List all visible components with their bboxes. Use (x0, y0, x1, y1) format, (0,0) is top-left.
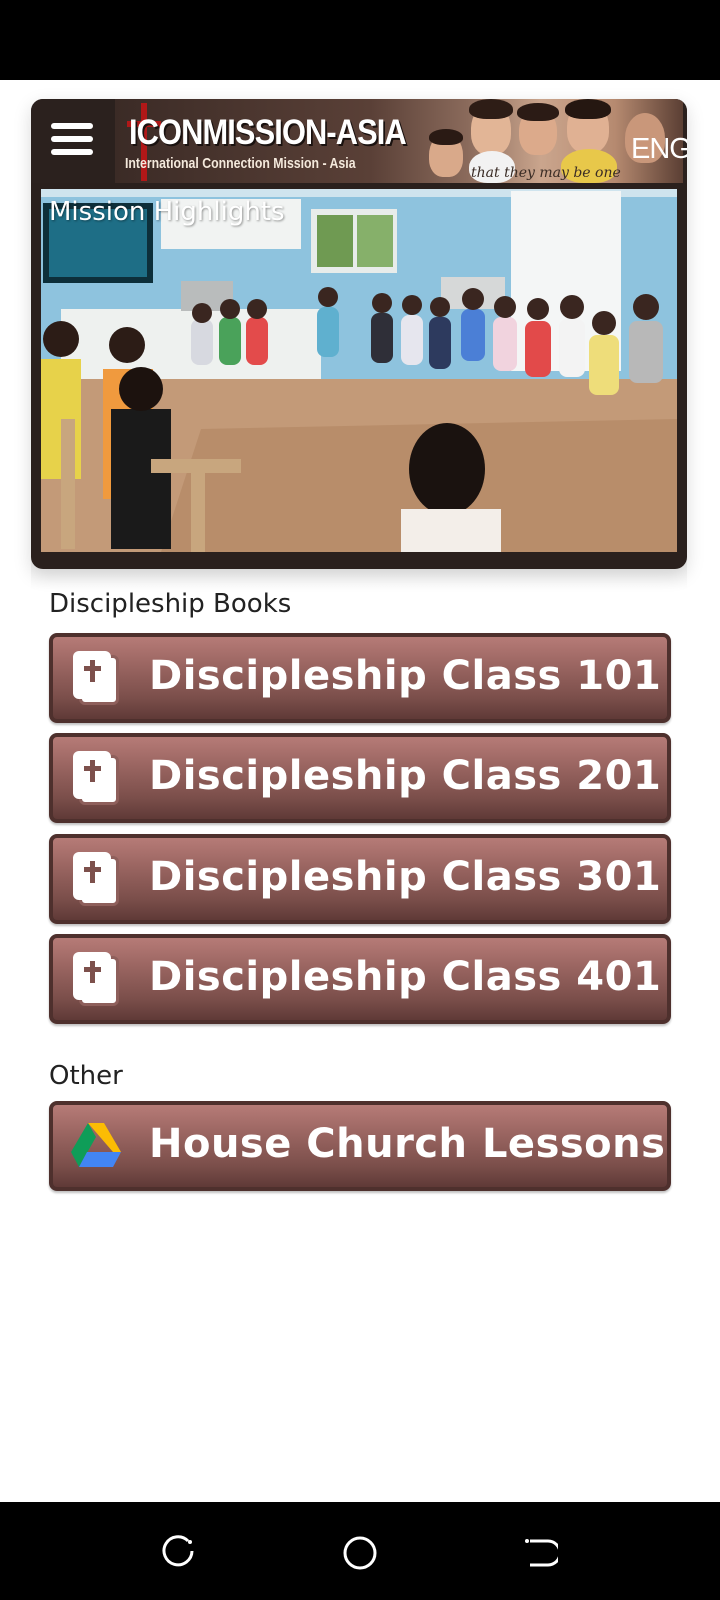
discipleship-class-201-button[interactable]: Discipleship Class 201 (49, 733, 671, 823)
recents-icon[interactable] (162, 1535, 198, 1571)
header-card: ICONMISSION-ASIA International Connectio… (31, 99, 687, 569)
classroom-photo-image (41, 189, 677, 552)
button-label: Discipleship Class 101 (149, 653, 662, 699)
app-header: ICONMISSION-ASIA International Connectio… (31, 99, 687, 183)
highlights-caption: Mission Highlights (49, 197, 285, 227)
button-label: Discipleship Class 301 (149, 854, 662, 900)
banner-title: ICONMISSION-ASIA (129, 113, 407, 152)
discipleship-class-401-button[interactable]: Discipleship Class 401 (49, 934, 671, 1024)
home-icon[interactable] (342, 1535, 378, 1571)
back-icon[interactable] (522, 1535, 558, 1571)
hamburger-icon[interactable] (51, 123, 95, 157)
discipleship-class-101-button[interactable]: Discipleship Class 101 (49, 633, 671, 723)
bible-icon (73, 952, 119, 1006)
button-label: House Church Lessons (149, 1121, 666, 1167)
house-church-lessons-button[interactable]: House Church Lessons (49, 1101, 671, 1191)
app-screen: ICONMISSION-ASIA International Connectio… (0, 80, 720, 1502)
discipleship-section-label: Discipleship Books (49, 589, 292, 619)
banner-tagline: that they may be one (471, 165, 621, 181)
bible-icon (73, 852, 119, 906)
other-section-label: Other (49, 1061, 123, 1091)
bible-icon (73, 751, 119, 805)
status-bar (0, 0, 720, 80)
button-label: Discipleship Class 401 (149, 954, 662, 1000)
language-selector[interactable]: ENG (631, 133, 687, 166)
mission-banner: ICONMISSION-ASIA International Connectio… (115, 99, 683, 183)
bible-icon (73, 651, 119, 705)
google-drive-icon (71, 1123, 121, 1167)
button-label: Discipleship Class 201 (149, 753, 662, 799)
banner-subtitle: International Connection Mission - Asia (125, 155, 356, 172)
discipleship-class-301-button[interactable]: Discipleship Class 301 (49, 834, 671, 924)
mission-highlights-photo[interactable]: Mission Highlights (41, 189, 677, 552)
system-nav-bar (0, 1502, 720, 1600)
